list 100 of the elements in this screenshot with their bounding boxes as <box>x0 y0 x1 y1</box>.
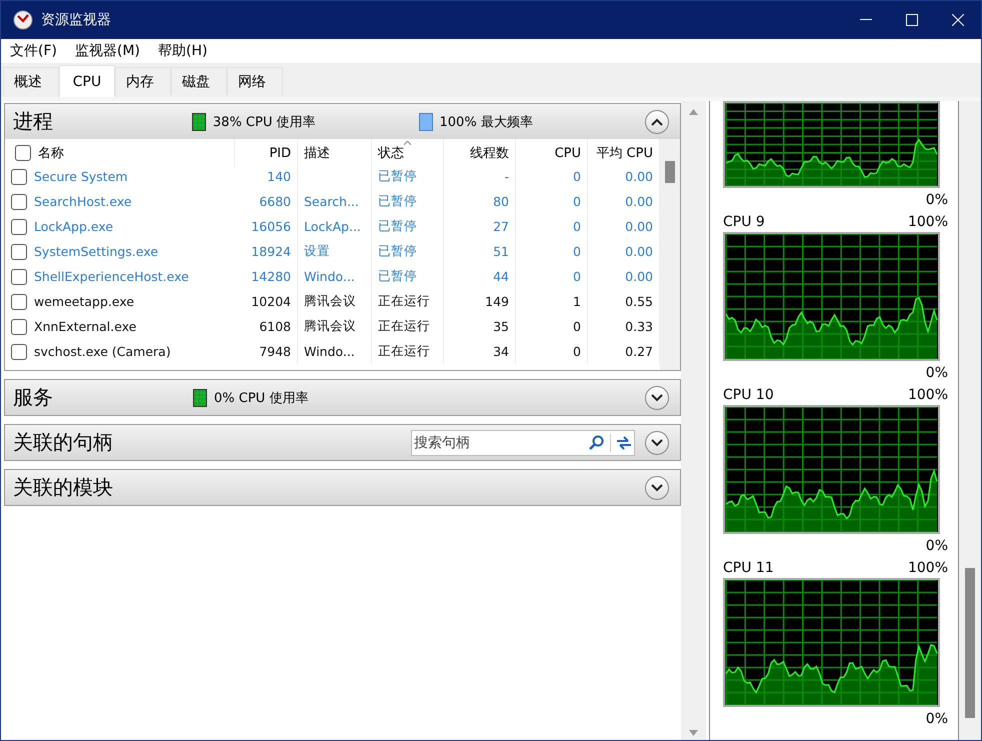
graph-title: CPU 11 <box>723 560 774 576</box>
chevron-icon <box>651 484 663 492</box>
table-cell: 44 <box>444 264 516 289</box>
table-cell: 34 <box>444 339 516 364</box>
table-cell: 0 <box>516 164 588 189</box>
table-cell: 0 <box>516 339 588 364</box>
table-cell: 0 <box>516 239 588 264</box>
table-cell: Search... <box>298 189 372 214</box>
table-cell: 0 <box>516 264 588 289</box>
usage-icon <box>193 388 207 406</box>
row-checkbox[interactable] <box>11 168 27 184</box>
table-cell: 正在运行 <box>372 339 444 364</box>
table-cell: 已暂停 <box>372 239 444 264</box>
tab[interactable]: 网络 <box>227 67 283 95</box>
table-cell: 51 <box>444 239 516 264</box>
table-cell: SearchHost.exe <box>34 194 132 209</box>
table-cell: Windo... <box>298 264 372 289</box>
search-icon[interactable] <box>588 434 604 450</box>
row-checkbox[interactable] <box>11 294 27 310</box>
section-title: 服务 <box>13 384 54 411</box>
table-cell: 7948 <box>235 339 298 364</box>
column-header[interactable]: 描述 <box>298 139 372 167</box>
table-cell: 腾讯会议 <box>298 289 372 314</box>
table-cell: 0 <box>516 314 588 339</box>
column-header[interactable]: 线程数 <box>444 139 516 167</box>
column-header[interactable]: PID <box>235 139 298 167</box>
stat-text: 100% 最大频率 <box>440 114 533 130</box>
row-checkbox[interactable] <box>11 344 27 360</box>
table-cell: 6680 <box>235 189 298 214</box>
close-icon <box>952 14 964 26</box>
table-cell: 腾讯会议 <box>298 314 372 339</box>
chevron-icon <box>651 394 663 402</box>
axis-max-label: 100% <box>908 387 948 403</box>
table-cell: 0 <box>516 214 588 239</box>
table-cell: svchost.exe (Camera) <box>34 344 171 359</box>
tab[interactable]: 概述 <box>3 67 59 95</box>
table-cell: 35 <box>444 314 516 339</box>
section-header[interactable]: 关联的模块 <box>5 470 680 505</box>
section-header[interactable]: 进程 38% CPU 使用率 100% 最大频率 <box>5 104 680 139</box>
axis-max-label: 100% <box>908 560 948 576</box>
table-cell: Secure System <box>34 169 128 184</box>
menu-item[interactable]: 帮助(H) <box>149 42 216 60</box>
maximize-icon <box>906 14 918 26</box>
table-cell: 已暂停 <box>372 264 444 289</box>
expand-button[interactable] <box>645 386 669 410</box>
select-all-checkbox[interactable] <box>15 145 31 161</box>
table-cell: SystemSettings.exe <box>34 244 158 259</box>
table-cell: 14280 <box>235 264 298 289</box>
menu-item[interactable]: 文件(F) <box>1 42 66 60</box>
usage-icon <box>192 112 206 130</box>
app-icon <box>13 10 33 30</box>
sort-icon <box>404 141 411 145</box>
axis-min-label: 0% <box>926 711 948 727</box>
axis-min-label: 0% <box>926 192 948 208</box>
section-title: 关联的句柄 <box>13 429 114 456</box>
row-checkbox[interactable] <box>11 218 27 234</box>
table-cell: XnnExternal.exe <box>34 319 136 334</box>
chevron-icon <box>651 438 663 446</box>
table-cell: 18924 <box>235 239 298 264</box>
refresh-icon[interactable] <box>610 434 634 452</box>
scrollbar[interactable] <box>660 139 680 370</box>
table-cell: LockApp.exe <box>34 219 114 234</box>
section-header[interactable]: 关联的句柄 搜索句柄 <box>5 425 680 460</box>
table-cell: 16056 <box>235 214 298 239</box>
column-header[interactable]: 状态 <box>372 139 444 167</box>
frequency-icon <box>418 112 433 130</box>
graph-title: CPU 9 <box>723 214 765 230</box>
section-title: 进程 <box>13 108 54 135</box>
tab[interactable]: 内存 <box>115 67 171 95</box>
tab[interactable]: CPU <box>59 65 115 97</box>
table-cell: 27 <box>444 214 516 239</box>
table-cell: 149 <box>444 289 516 314</box>
table-cell: 已暂停 <box>372 189 444 214</box>
stat-text: 38% CPU 使用率 <box>212 114 316 130</box>
tab[interactable]: 磁盘 <box>171 67 227 95</box>
row-checkbox[interactable] <box>11 268 27 284</box>
table-cell: 正在运行 <box>372 289 444 314</box>
table-cell: 10204 <box>235 289 298 314</box>
expand-button[interactable] <box>645 476 669 500</box>
column-header[interactable]: 名称 <box>38 144 64 162</box>
menu-item[interactable]: 监视器(M) <box>66 42 149 60</box>
table-cell: 1 <box>516 289 588 314</box>
graph-title: CPU 10 <box>723 387 774 403</box>
collapse-button[interactable] <box>645 110 669 134</box>
table-cell: 6108 <box>235 314 298 339</box>
table-cell: 已暂停 <box>372 164 444 189</box>
section-title: 关联的模块 <box>13 474 114 501</box>
search-field[interactable]: 搜索句柄 <box>411 430 635 456</box>
column-header[interactable]: CPU <box>516 139 588 167</box>
axis-min-label: 0% <box>926 538 948 554</box>
table-cell: 正在运行 <box>372 314 444 339</box>
scrollbar[interactable] <box>959 101 981 740</box>
table-cell: ShellExperienceHost.exe <box>34 269 189 284</box>
row-checkbox[interactable] <box>11 194 27 210</box>
table-cell: 140 <box>235 164 298 189</box>
row-checkbox[interactable] <box>11 318 27 334</box>
section-header[interactable]: 服务 0% CPU 使用率 <box>5 380 680 415</box>
row-checkbox[interactable] <box>11 244 27 260</box>
expand-button[interactable] <box>645 430 669 454</box>
table-cell: - <box>444 164 516 189</box>
